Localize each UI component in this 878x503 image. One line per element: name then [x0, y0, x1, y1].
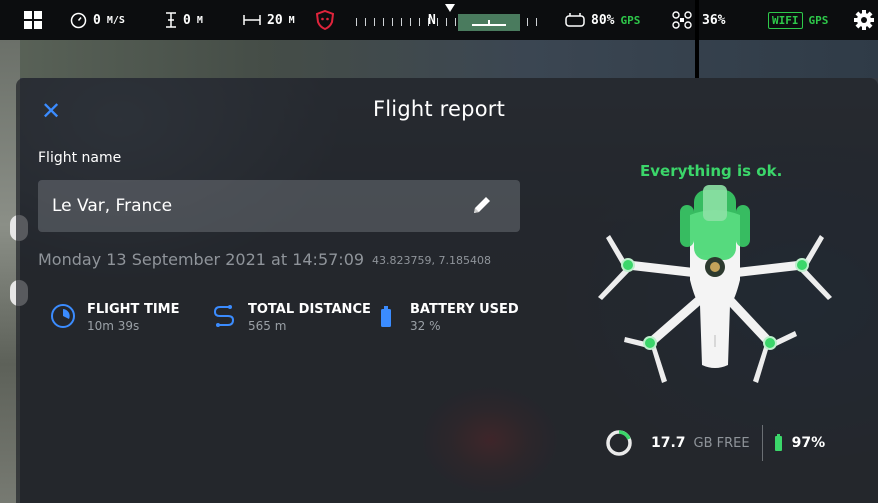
flight-coordinates: 43.823759, 7.185408: [372, 254, 491, 267]
stat-value: 10m 39s: [87, 319, 140, 333]
settings-gear-icon[interactable]: [854, 0, 874, 40]
timer-icon: [51, 304, 75, 328]
drone-battery: 36%: [702, 0, 725, 40]
stat-flight-time: FLIGHT TIME 10m 39s: [49, 302, 179, 333]
controller-gps-label: GPS: [620, 13, 641, 27]
storage-free-unit: GB FREE: [693, 435, 750, 451]
controller-icon: [565, 13, 585, 27]
flight-date: Monday 13 September 2021 at 14:57:09: [38, 250, 365, 269]
speedometer-icon: [70, 12, 87, 28]
wifi-status: WIFI GPS: [768, 0, 828, 40]
speed-value: 0: [93, 12, 101, 28]
distance-indicator: 20 M: [243, 0, 295, 40]
altitude-icon: [166, 12, 176, 28]
drone-battery-icon: [774, 433, 782, 451]
drone-diagram-icon: [598, 185, 832, 383]
stat-value: 32 %: [410, 319, 441, 333]
shield-warning-icon[interactable]: [316, 0, 334, 40]
drone-icon: [672, 11, 692, 29]
stat-total-distance: TOTAL DISTANCE 565 m: [210, 302, 371, 333]
dialog-title: Flight report: [372, 97, 506, 121]
storage-ring-icon: [606, 430, 632, 456]
altitude-value: 0: [183, 12, 191, 28]
edit-pencil-icon[interactable]: [470, 193, 494, 217]
stat-label: FLIGHT TIME: [87, 302, 180, 317]
status-divider: [695, 0, 699, 78]
heading-pointer-icon: [445, 4, 455, 12]
stat-label: TOTAL DISTANCE: [248, 302, 371, 317]
menu-grid-icon[interactable]: [24, 0, 42, 40]
flight-name-field[interactable]: Le Var, France: [38, 180, 520, 232]
storage-status: 17.7 GB FREE 97%: [605, 425, 825, 461]
drone-attitude-icon: [472, 20, 506, 26]
controller-battery-value: 80%: [591, 12, 615, 28]
compass-north-label: N: [428, 13, 436, 28]
speed-indicator: 0 M/S: [70, 0, 125, 40]
drone-battery-level: 97%: [791, 435, 826, 451]
stat-label: BATTERY USED: [410, 302, 519, 317]
drone-status: [672, 0, 692, 40]
flight-name-label: Flight name: [38, 150, 122, 166]
wifi-badge: WIFI: [768, 11, 803, 29]
battery-icon: [381, 306, 391, 327]
distance-unit: M: [288, 14, 295, 26]
drone-health-status: Everything is ok.: [640, 162, 783, 180]
camera-feed-horizon: [0, 40, 878, 78]
storage-divider: [761, 425, 763, 461]
distance-value: 20: [267, 12, 283, 28]
distance-icon: [243, 15, 261, 25]
altitude-indicator: 0 M: [165, 0, 203, 40]
flight-name-value: Le Var, France: [52, 196, 173, 216]
status-bar: 0 M/S 0 M 20 M N 80% GPS 36% WIFI GPS: [0, 0, 878, 40]
route-icon: [213, 305, 235, 327]
storage-free-value: 17.7: [651, 435, 686, 451]
stat-battery-used: BATTERY USED 32 %: [372, 302, 519, 333]
controller-status: 80% GPS: [565, 0, 640, 40]
speed-unit: M/S: [106, 14, 125, 26]
horizon-indicator: [458, 14, 520, 31]
stat-value: 565 m: [248, 319, 287, 333]
altitude-unit: M: [196, 14, 203, 26]
drone-battery-value: 36%: [702, 12, 726, 28]
compass-heading-strip: N: [356, 0, 542, 40]
drone-gps-label: GPS: [808, 13, 829, 27]
